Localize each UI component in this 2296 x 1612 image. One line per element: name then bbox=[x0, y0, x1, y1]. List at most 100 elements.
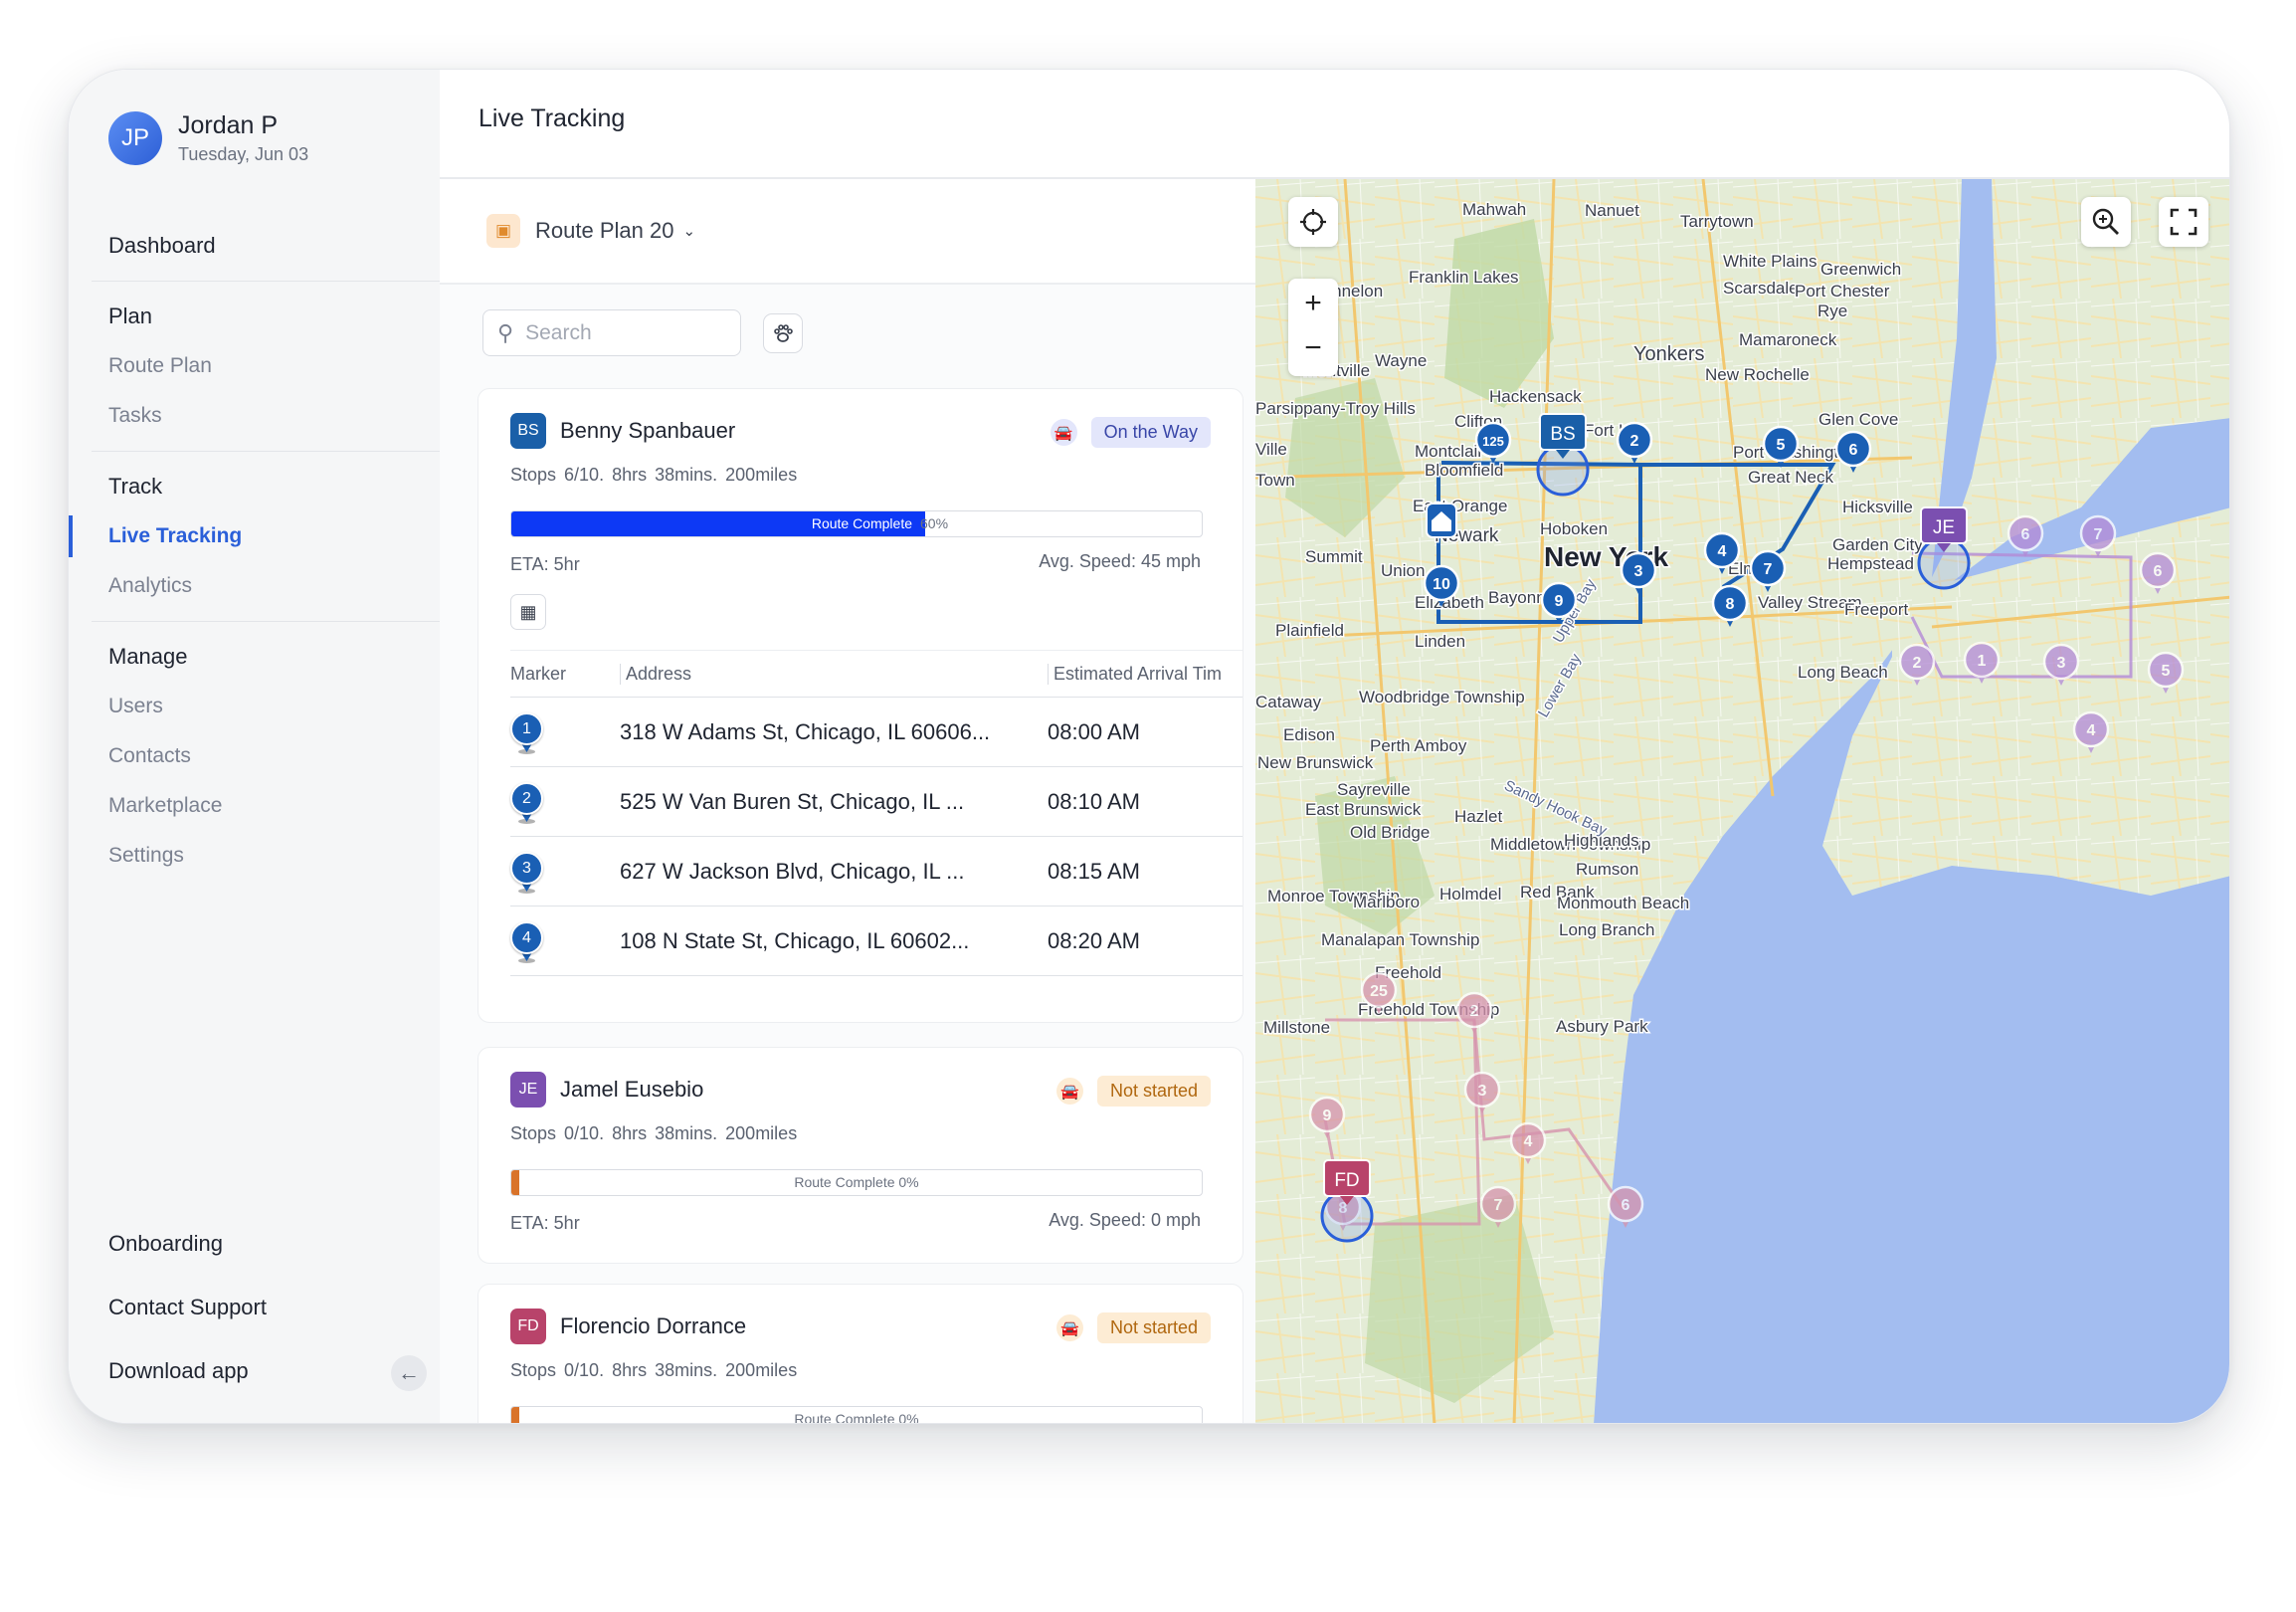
driver-map-marker[interactable]: JE bbox=[1917, 506, 1971, 590]
nav-users[interactable]: Users bbox=[69, 682, 440, 731]
table-row[interactable]: 3 627 W Jackson Blvd, Chicago, IL ... 08… bbox=[510, 837, 1243, 907]
driver-badge: JE bbox=[510, 1072, 546, 1108]
route-stats: Stops 0/10. 8hrs 38mins. 200miles bbox=[510, 1123, 797, 1144]
stop-eta: 08:20 AM bbox=[1048, 927, 1140, 953]
progress-bar: Route Complete 60% bbox=[510, 510, 1203, 537]
progress-text: Route Complete bbox=[811, 515, 912, 531]
map-label: Monmouth Beach bbox=[1557, 894, 1689, 912]
route-plan-selector[interactable]: ▣ Route Plan 20 ⌄ bbox=[440, 179, 1255, 285]
nav-contacts[interactable]: Contacts bbox=[69, 731, 440, 781]
map-label: Cataway bbox=[1255, 693, 1322, 711]
stops-count: Stops 0/10. bbox=[510, 1123, 605, 1143]
map-label: Summit bbox=[1305, 547, 1363, 566]
svg-text:3: 3 bbox=[1634, 563, 1643, 580]
driver-map-marker[interactable]: BS bbox=[1536, 413, 1590, 497]
svg-text:5: 5 bbox=[1777, 437, 1786, 454]
svg-text:1: 1 bbox=[1978, 653, 1987, 670]
fullscreen-button[interactable] bbox=[2159, 197, 2208, 247]
col-eta[interactable]: Estimated Arrival Tim bbox=[1048, 663, 1222, 685]
driver-name: Jamel Eusebio bbox=[560, 1077, 704, 1102]
user-profile[interactable]: JP Jordan P Tuesday, Jun 03 bbox=[108, 111, 308, 165]
table-row[interactable]: 4 108 N State St, Chicago, IL 60602... 0… bbox=[510, 907, 1243, 976]
zoom-out-button[interactable]: − bbox=[1304, 327, 1322, 376]
map-label: Greenwich bbox=[1820, 260, 1901, 279]
map-label: Port Chester bbox=[1795, 282, 1890, 301]
map-label: Mahwah bbox=[1462, 200, 1526, 219]
map-search-button[interactable] bbox=[2081, 197, 2131, 247]
avg-speed: Avg. Speed: 0 mph bbox=[1049, 1210, 1201, 1230]
map-label: Long Beach bbox=[1798, 663, 1888, 682]
collapse-sidebar-icon[interactable]: ← bbox=[391, 1355, 427, 1391]
driver-card[interactable]: JE Jamel Eusebio 🚘 Not started Stops 0/1… bbox=[478, 1047, 1244, 1264]
map-label: Franklin Lakes bbox=[1409, 268, 1519, 287]
map-label: Great Neck bbox=[1748, 468, 1833, 487]
map-view[interactable]: Mahwah Nanuet Tarrytown Franklin Lakes White… bbox=[1255, 179, 2229, 1424]
map-label: Long Branch bbox=[1559, 920, 1654, 939]
search-placeholder: Search bbox=[525, 320, 592, 344]
stops-count: Stops 6/10. bbox=[510, 465, 605, 485]
progress-bar: Route Complete 0% bbox=[510, 1406, 1203, 1423]
svg-text:2: 2 bbox=[1913, 655, 1922, 672]
table-row[interactable]: 2 525 W Van Buren St, Chicago, IL ... 08… bbox=[510, 767, 1243, 837]
driver-badge: FD bbox=[510, 1309, 546, 1344]
svg-text:2: 2 bbox=[1630, 433, 1639, 450]
map-label: Sayreville bbox=[1337, 780, 1411, 799]
progress-percent: 60% bbox=[920, 515, 949, 531]
stop-marker: 3 bbox=[510, 837, 620, 906]
search-row: ⚲ Search bbox=[482, 309, 803, 356]
driver-name: Florencio Dorrance bbox=[560, 1313, 747, 1338]
svg-text:6: 6 bbox=[1849, 442, 1858, 459]
svg-text:FD: FD bbox=[1334, 1170, 1359, 1191]
map-label: Garden City bbox=[1832, 535, 1923, 554]
map-label: Hoboken bbox=[1540, 519, 1608, 538]
svg-text:7: 7 bbox=[1764, 561, 1773, 578]
nav-marketplace[interactable]: Marketplace bbox=[69, 781, 440, 831]
stop-eta: 08:00 AM bbox=[1048, 718, 1140, 744]
eta: ETA: 5hr bbox=[510, 1213, 580, 1233]
table-view-icon[interactable]: ▦ bbox=[510, 594, 546, 630]
driver-card[interactable]: BS Benny Spanbauer 🚘 On the Way Stops 6/… bbox=[478, 388, 1244, 1023]
driver-name: Benny Spanbauer bbox=[560, 418, 736, 443]
map-label: Linden bbox=[1415, 632, 1465, 651]
svg-text:3: 3 bbox=[2057, 655, 2066, 672]
map-label: Nanuet bbox=[1585, 201, 1639, 220]
nav-onboarding[interactable]: Onboarding bbox=[108, 1212, 427, 1276]
map-label: Glen Cove bbox=[1818, 410, 1898, 429]
nav-dashboard[interactable]: Dashboard bbox=[69, 221, 440, 271]
status-badge: Not started bbox=[1096, 1076, 1211, 1107]
map-label: New Brunswick bbox=[1257, 753, 1374, 772]
nav-section-track: Track bbox=[108, 474, 163, 499]
nav-contact-support[interactable]: Contact Support bbox=[108, 1276, 427, 1339]
home-icon[interactable] bbox=[1426, 503, 1457, 538]
nav-live-tracking[interactable]: Live Tracking bbox=[69, 511, 440, 561]
locate-button[interactable] bbox=[1288, 197, 1338, 247]
map-label: Hempstead bbox=[1827, 554, 1914, 573]
table-header: Marker Address Estimated Arrival Tim bbox=[510, 650, 1243, 698]
col-marker[interactable]: Marker bbox=[510, 664, 620, 685]
zoom-control: + − bbox=[1288, 279, 1338, 376]
nav-download-app[interactable]: Download app bbox=[108, 1358, 249, 1383]
zoom-in-button[interactable]: + bbox=[1304, 279, 1322, 327]
map-label: Woodbridge Township bbox=[1359, 688, 1525, 706]
avatar[interactable]: JP bbox=[108, 111, 162, 165]
col-address[interactable]: Address bbox=[620, 663, 1048, 685]
nav-analytics[interactable]: Analytics bbox=[69, 561, 440, 611]
nav-divider bbox=[92, 281, 440, 282]
map-label: Montclair bbox=[1415, 442, 1483, 461]
paw-filter-button[interactable] bbox=[763, 312, 803, 353]
map-canvas[interactable]: Mahwah Nanuet Tarrytown Franklin Lakes White… bbox=[1255, 179, 2229, 1424]
search-input[interactable]: ⚲ Search bbox=[482, 309, 741, 356]
sidebar-footer: Onboarding Contact Support Download app … bbox=[108, 1212, 427, 1403]
nav-section-plan: Plan bbox=[108, 303, 153, 328]
svg-text:5: 5 bbox=[2162, 663, 2171, 680]
table-row[interactable]: 1 318 W Adams St, Chicago, IL 60606... 0… bbox=[510, 698, 1243, 767]
nav-tasks[interactable]: Tasks bbox=[69, 391, 440, 441]
driver-map-marker[interactable]: FD bbox=[1320, 1159, 1374, 1243]
nav-settings[interactable]: Settings bbox=[69, 831, 440, 881]
map-label: Union bbox=[1381, 561, 1425, 580]
map-label: Rumson bbox=[1576, 860, 1638, 879]
driver-card[interactable]: FD Florencio Dorrance 🚘 Not started Stop… bbox=[478, 1284, 1244, 1423]
svg-text:3: 3 bbox=[1478, 1083, 1487, 1100]
nav-route-plan[interactable]: Route Plan bbox=[69, 341, 440, 391]
map-label: Freeport bbox=[1844, 600, 1909, 619]
